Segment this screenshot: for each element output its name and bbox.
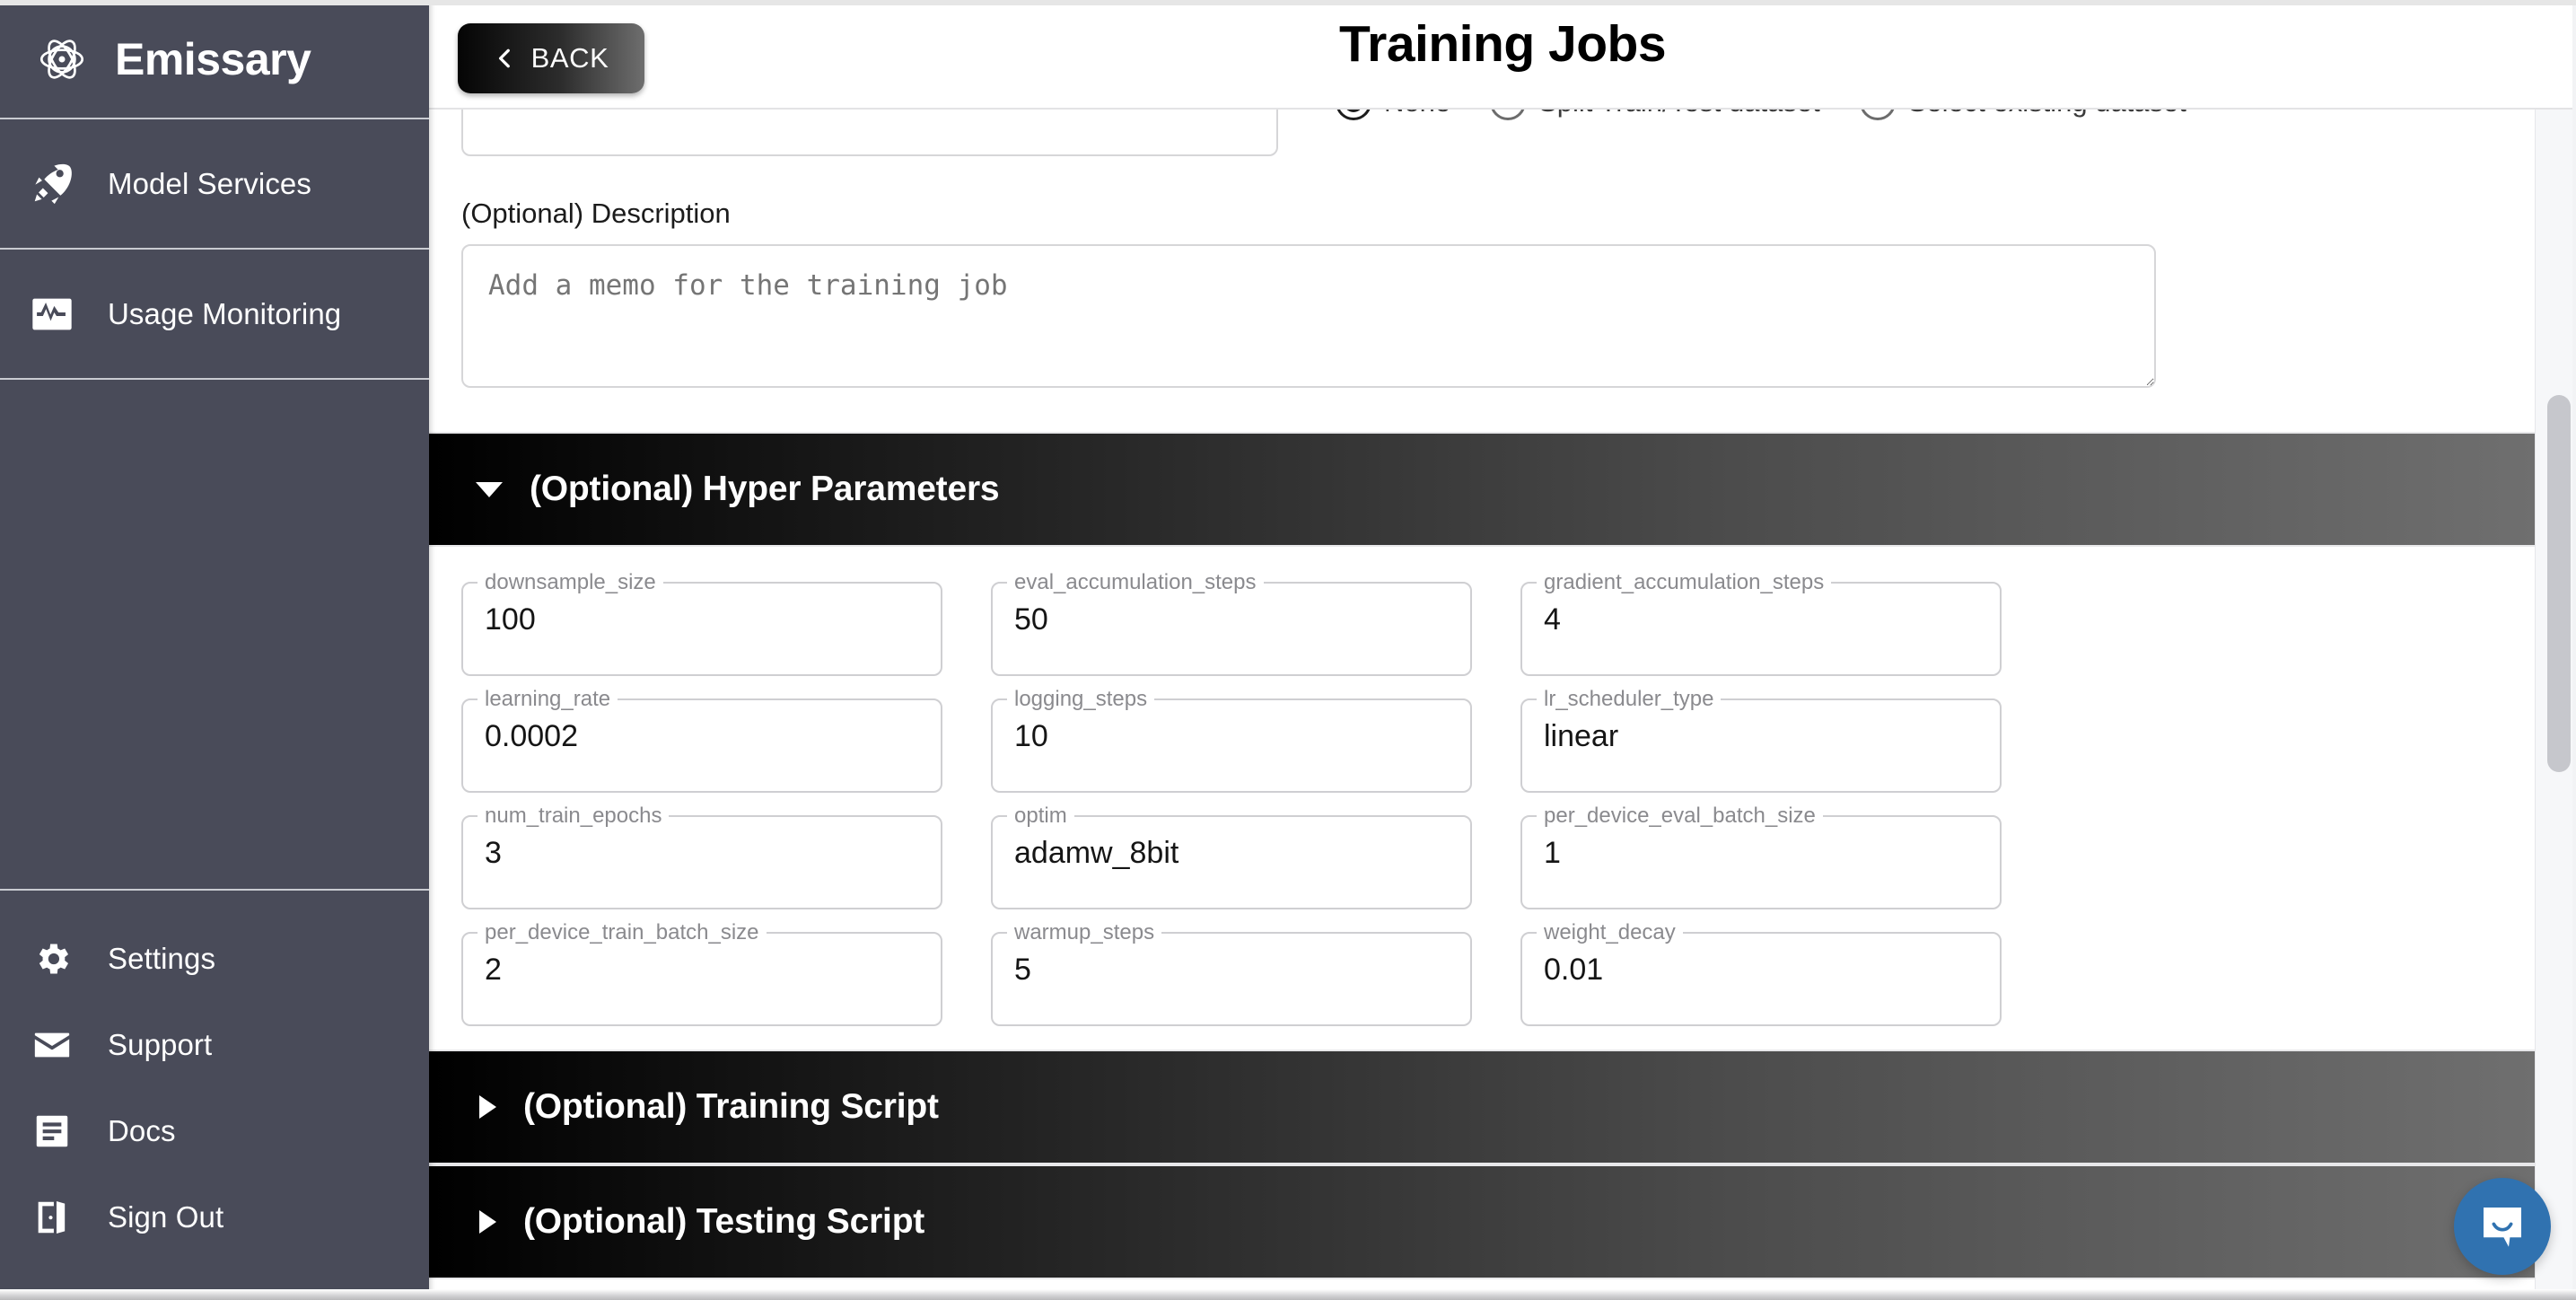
field-value: 50 <box>1014 602 1048 637</box>
accordion-title: (Optional) Training Script <box>523 1087 939 1126</box>
field-label: eval_accumulation_steps <box>1014 572 1257 593</box>
accordion-header-training-script[interactable]: (Optional) Training Script <box>429 1050 2535 1164</box>
field-eval_accumulation_steps[interactable]: eval_accumulation_steps 50 <box>991 572 1472 676</box>
description-label: (Optional) Description <box>461 198 731 229</box>
field-label: logging_steps <box>1014 689 1148 710</box>
field-gradient_accumulation_steps[interactable]: gradient_accumulation_steps 4 <box>1520 572 2002 676</box>
sidebar-item-label: Support <box>108 1028 213 1061</box>
accordion-hyper-parameters: (Optional) Hyper Parameters downsample_s… <box>429 432 2535 1050</box>
field-value: 10 <box>1014 719 1048 753</box>
field-optim[interactable]: optim adamw_8bit <box>991 805 1472 909</box>
window-bottom-edge <box>0 1289 2576 1300</box>
field-value: 2 <box>485 953 502 987</box>
sidebar-item-label: Model Services <box>108 166 311 200</box>
field-logging_steps[interactable]: logging_steps 10 <box>991 689 1472 793</box>
field-value: 4 <box>1544 602 1561 637</box>
triangle-down-icon <box>476 481 503 497</box>
page-title: Training Jobs <box>1338 15 1667 73</box>
hyper-parameters-grid: downsample_size 100 eval_accumulation_st… <box>461 572 2502 1026</box>
accordion-title: (Optional) Hyper Parameters <box>530 470 1000 508</box>
field-lr_scheduler_type[interactable]: lr_scheduler_type linear <box>1520 689 2002 793</box>
field-label: gradient_accumulation_steps <box>1544 572 1825 593</box>
field-label: optim <box>1014 805 1067 827</box>
field-num_train_epochs[interactable]: num_train_epochs 3 <box>461 805 942 909</box>
atom-orbital-icon <box>32 30 92 89</box>
sidebar-item-support[interactable]: Support <box>0 1002 429 1088</box>
field-label: lr_scheduler_type <box>1544 689 1714 710</box>
sidebar-item-label: Docs <box>108 1114 176 1147</box>
accordion-title: (Optional) Testing Script <box>523 1202 925 1241</box>
field-weight_decay[interactable]: weight_decay 0.01 <box>1520 922 2002 1026</box>
gear-icon <box>27 934 77 984</box>
sidebar-spacer <box>0 380 429 891</box>
rocket-icon <box>27 159 77 209</box>
triangle-right-icon <box>479 1210 496 1234</box>
sidebar-item-settings[interactable]: Settings <box>0 916 429 1002</box>
scrollbar-thumb[interactable] <box>2547 395 2571 772</box>
hyper-parameters-body: downsample_size 100 eval_accumulation_st… <box>429 547 2535 1050</box>
field-value: linear <box>1544 719 1619 753</box>
triangle-right-icon <box>479 1095 496 1119</box>
sidebar: Emissary Model Services Usage Monitoring <box>0 0 429 1300</box>
field-value: 5 <box>1014 953 1031 987</box>
window-top-edge <box>0 0 2576 5</box>
field-label: num_train_epochs <box>485 805 662 827</box>
field-per_device_eval_batch_size[interactable]: per_device_eval_batch_size 1 <box>1520 805 2002 909</box>
field-value: 1 <box>1544 836 1561 870</box>
field-value: 100 <box>485 602 536 637</box>
field-per_device_train_batch_size[interactable]: per_device_train_batch_size 2 <box>461 922 942 1026</box>
description-textarea[interactable] <box>461 244 2156 388</box>
sidebar-secondary-nav: Settings Support Docs Sign Out <box>0 891 429 1300</box>
field-label: per_device_eval_batch_size <box>1544 805 1816 827</box>
app-window: Emissary Model Services Usage Monitoring <box>0 0 2576 1300</box>
sidebar-item-model-services[interactable]: Model Services <box>0 119 429 250</box>
chat-launcher-button[interactable] <box>2454 1178 2551 1275</box>
vertical-scrollbar[interactable] <box>2535 0 2576 1300</box>
description-block: (Optional) Description <box>429 198 2535 392</box>
sidebar-item-docs[interactable]: Docs <box>0 1088 429 1174</box>
field-value: 0.0002 <box>485 719 578 753</box>
document-icon <box>27 1106 77 1156</box>
window-right-edge <box>2572 0 2576 1300</box>
sidebar-item-label: Usage Monitoring <box>108 296 342 330</box>
chat-bubble-icon <box>2484 1208 2521 1247</box>
scroll-content: None Split Train/Test dataset Select exi… <box>429 0 2535 1300</box>
brand[interactable]: Emissary <box>0 0 429 119</box>
sidebar-item-usage-monitoring[interactable]: Usage Monitoring <box>0 250 429 380</box>
field-value: 3 <box>485 836 502 870</box>
field-warmup_steps[interactable]: warmup_steps 5 <box>991 922 1472 1026</box>
form-body: None Split Train/Test dataset Select exi… <box>429 0 2535 1279</box>
accordion-testing-script: (Optional) Testing Script <box>429 1164 2535 1279</box>
topbar: BACK Training Jobs <box>429 0 2576 110</box>
sidebar-primary-nav: Model Services Usage Monitoring <box>0 119 429 380</box>
brand-name: Emissary <box>115 33 311 84</box>
field-downsample_size[interactable]: downsample_size 100 <box>461 572 942 676</box>
field-value: adamw_8bit <box>1014 836 1179 870</box>
field-value: 0.01 <box>1544 953 1604 987</box>
sidebar-item-label: Settings <box>108 942 216 975</box>
main-panel: None Split Train/Test dataset Select exi… <box>429 0 2576 1300</box>
accordion-header-testing-script[interactable]: (Optional) Testing Script <box>429 1164 2535 1279</box>
field-label: per_device_train_batch_size <box>485 922 759 944</box>
field-learning_rate[interactable]: learning_rate 0.0002 <box>461 689 942 793</box>
exit-door-icon <box>27 1192 77 1243</box>
accordion-header-hyper-parameters[interactable]: (Optional) Hyper Parameters <box>429 432 2535 547</box>
field-label: downsample_size <box>485 572 656 593</box>
field-label: warmup_steps <box>1014 922 1155 944</box>
dataset-options-row: None Split Train/Test dataset Select exi… <box>429 59 2535 171</box>
accordion-training-script: (Optional) Training Script <box>429 1050 2535 1164</box>
field-label: weight_decay <box>1544 922 1676 944</box>
sidebar-item-label: Sign Out <box>108 1200 224 1234</box>
field-label: learning_rate <box>485 689 611 710</box>
monitor-pulse-icon <box>27 289 77 339</box>
sidebar-item-sign-out[interactable]: Sign Out <box>0 1174 429 1260</box>
envelope-icon <box>27 1020 77 1070</box>
